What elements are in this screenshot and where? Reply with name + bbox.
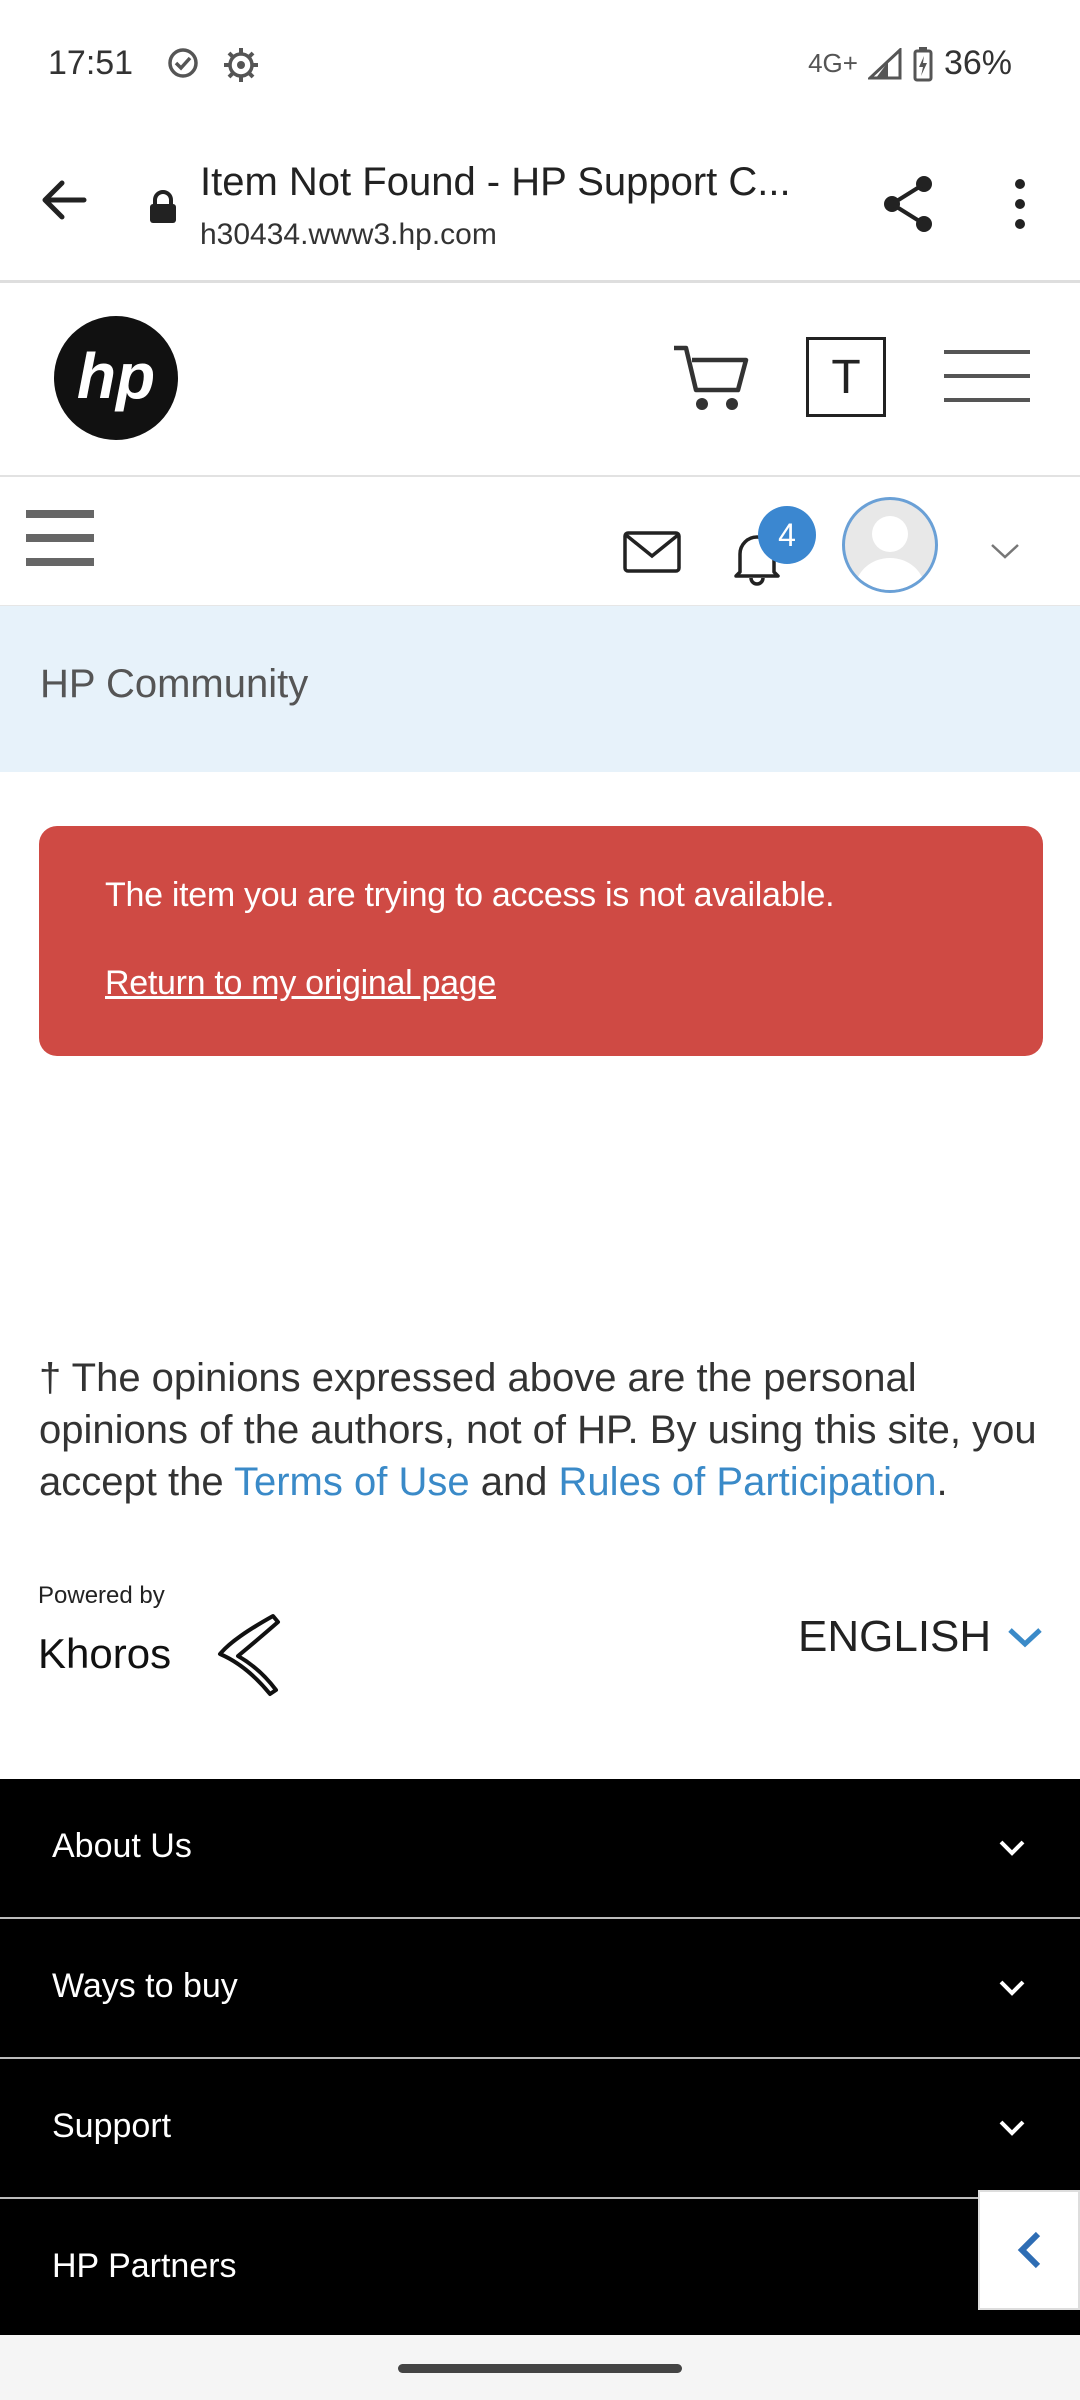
url-text[interactable]: h30434.www3.hp.com — [200, 218, 497, 252]
footer-item-ways-to-buy[interactable]: Ways to buy — [0, 1919, 1080, 2059]
user-avatar[interactable] — [842, 497, 938, 593]
language-label: ENGLISH — [798, 1612, 992, 1661]
settings-gear-icon — [224, 48, 258, 82]
community-title[interactable]: HP Community — [40, 662, 308, 707]
network-type: 4G+ — [808, 48, 858, 78]
error-alert — [39, 826, 1043, 1056]
footer-item-label: HP Partners — [52, 2247, 237, 2285]
return-original-page-link[interactable]: Return to my original page — [105, 964, 496, 1003]
mail-icon[interactable] — [622, 530, 682, 574]
disclaimer-and: and — [469, 1460, 559, 1504]
battery-level: 36% — [943, 44, 1012, 82]
notification-badge[interactable]: 4 — [758, 506, 816, 564]
shopping-cart-icon[interactable] — [670, 340, 754, 414]
language-selector[interactable]: ENGLISH — [798, 1612, 1043, 1662]
footer-item-label: Support — [52, 2107, 172, 2145]
signal-icon — [867, 47, 902, 79]
disclaimer-end: . — [936, 1460, 948, 1504]
footer: About Us Ways to buy Support HP Partners — [0, 1779, 1080, 2335]
footer-item-label: About Us — [52, 1827, 192, 1865]
disclaimer: † The opinions expressed above are the p… — [39, 1352, 1049, 1508]
community-menu-icon[interactable] — [26, 508, 94, 568]
footer-item-hp-partners[interactable]: HP Partners — [0, 2199, 1080, 2335]
battery-charging-icon — [913, 46, 933, 81]
status-time: 17:51 — [48, 44, 134, 82]
alert-message: The item you are trying to access is not… — [105, 876, 835, 914]
more-options-icon[interactable] — [1000, 176, 1040, 232]
user-silhouette-icon — [855, 516, 925, 590]
rules-of-participation-link[interactable]: Rules of Participation — [559, 1460, 937, 1504]
hp-logo-text: hp — [77, 340, 155, 412]
status-icons — [166, 46, 260, 84]
chevron-down-icon — [999, 1980, 1025, 1996]
lock-icon — [150, 190, 176, 223]
page-title[interactable]: Item Not Found - HP Support C... — [200, 160, 791, 205]
hp-logo[interactable]: hp — [54, 316, 178, 440]
footer-item-about-us[interactable]: About Us — [0, 1779, 1080, 1919]
share-icon[interactable] — [880, 174, 936, 234]
check-circle-icon — [168, 48, 198, 78]
footer-item-support[interactable]: Support — [0, 2059, 1080, 2199]
chevron-left-icon — [1017, 2231, 1041, 2269]
chevron-down-icon — [999, 2120, 1025, 2136]
powered-by-label: Powered by — [38, 1582, 165, 1609]
account-t-button[interactable]: T — [806, 337, 886, 417]
home-gesture-pill[interactable] — [398, 2364, 682, 2373]
hamburger-menu-icon[interactable] — [942, 346, 1032, 406]
terms-of-use-link[interactable]: Terms of Use — [234, 1460, 470, 1504]
khoros-logo[interactable]: Khoros — [38, 1610, 288, 1700]
side-panel-toggle[interactable] — [978, 2190, 1080, 2310]
footer-item-label: Ways to buy — [52, 1967, 238, 2005]
khoros-logo-text: Khoros — [38, 1630, 171, 1677]
status-right: 4G+ 36% — [808, 44, 1012, 83]
chevron-down-icon[interactable] — [990, 542, 1020, 560]
back-arrow-icon[interactable] — [34, 170, 94, 230]
chevron-down-icon — [999, 1840, 1025, 1856]
chevron-down-icon — [1008, 1628, 1042, 1648]
